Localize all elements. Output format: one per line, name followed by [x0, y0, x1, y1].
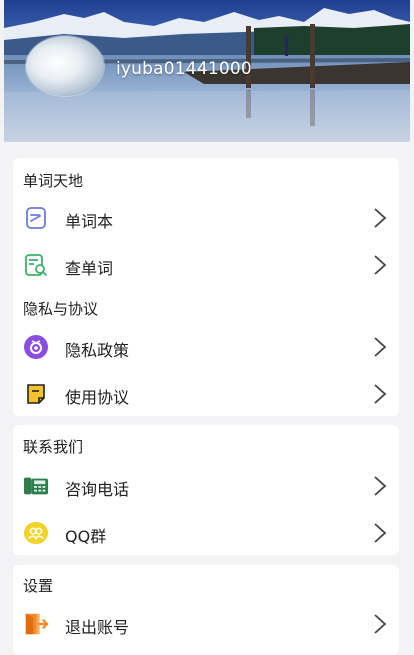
menu-item-label: 咨询电话 [65, 480, 130, 499]
chevron-right-icon [374, 208, 387, 228]
menu-item-label: 退出账号 [65, 618, 130, 637]
section-title-words: 单词天地 [23, 172, 84, 190]
chevron-right-icon [374, 255, 387, 275]
menu-card-settings: 设置 退出账号 [13, 565, 399, 655]
menu-item-qq-group[interactable]: QQ群 [13, 511, 399, 555]
chevron-right-icon [374, 523, 387, 543]
menu-item-label: QQ群 [65, 527, 107, 546]
privacy-icon [23, 335, 49, 359]
menu-item-user-agreement[interactable]: 使用协议 [13, 372, 399, 416]
agreement-icon [23, 382, 49, 406]
menu-item-lookup-word[interactable]: 查单词 [13, 243, 399, 287]
menu-item-logout[interactable]: 退出账号 [13, 602, 399, 646]
avatar[interactable] [26, 36, 104, 96]
notebook-icon [23, 206, 49, 230]
menu-item-label: 使用协议 [65, 388, 130, 407]
chevron-right-icon [374, 476, 387, 496]
menu-item-label: 查单词 [65, 259, 114, 278]
section-title-contact: 联系我们 [23, 438, 84, 456]
menu-card-words-privacy: 单词天地 单词本 查单词 隐私与协议 隐私政策 使用协议 [13, 158, 399, 416]
chevron-right-icon [374, 384, 387, 404]
menu-item-privacy-policy[interactable]: 隐私政策 [13, 325, 399, 369]
chevron-right-icon [374, 614, 387, 634]
section-title-settings: 设置 [23, 577, 54, 595]
profile-header: iyuba01441000 [4, 0, 410, 142]
menu-item-label: 隐私政策 [65, 341, 130, 360]
logout-icon [23, 612, 49, 636]
phone-icon [23, 474, 49, 498]
username: iyuba01441000 [116, 59, 252, 79]
menu-item-word-book[interactable]: 单词本 [13, 196, 399, 240]
lookup-word-icon [23, 253, 49, 277]
menu-card-contact: 联系我们 咨询电话 QQ群 [13, 425, 399, 555]
chevron-right-icon [374, 337, 387, 357]
menu-item-label: 单词本 [65, 212, 114, 231]
section-title-privacy: 隐私与协议 [23, 300, 99, 318]
menu-item-hotline[interactable]: 咨询电话 [13, 464, 399, 508]
qq-group-icon [23, 521, 49, 545]
